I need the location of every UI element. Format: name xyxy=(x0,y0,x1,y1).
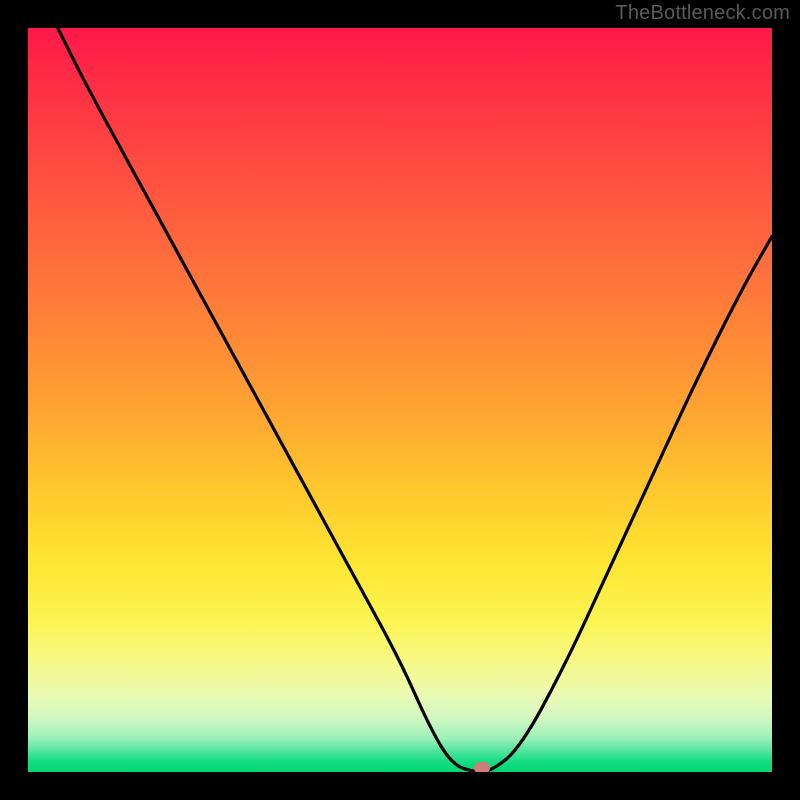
optimum-marker xyxy=(474,762,490,772)
chart-frame: TheBottleneck.com xyxy=(0,0,800,800)
bottleneck-curve xyxy=(28,28,772,772)
plot-area xyxy=(28,28,772,772)
watermark-text: TheBottleneck.com xyxy=(615,2,790,25)
